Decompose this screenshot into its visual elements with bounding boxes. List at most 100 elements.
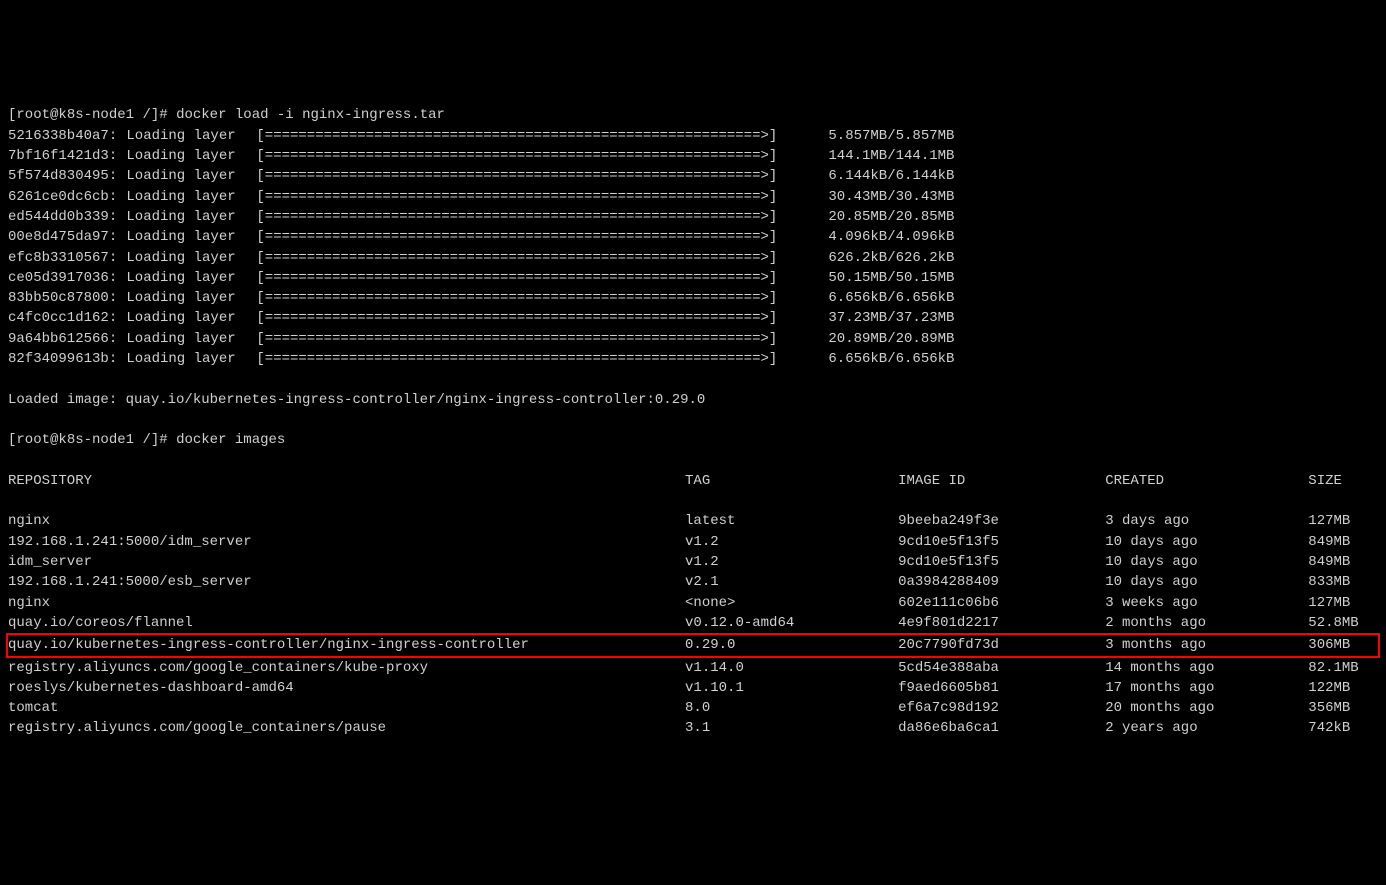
table-row: idm_serverv1.29cd10e5f13f510 days ago849…: [8, 552, 1378, 572]
cell-tag: <none>: [685, 593, 898, 613]
docker-images-table: REPOSITORYTAGIMAGE IDCREATEDSIZE nginxla…: [8, 451, 1378, 759]
table-row: 192.168.1.241:5000/idm_serverv1.29cd10e5…: [8, 532, 1378, 552]
cell-repository: 192.168.1.241:5000/esb_server: [8, 572, 685, 592]
layer-size: 6.656kB/6.656kB: [808, 349, 954, 369]
cell-size: 356MB: [1308, 698, 1378, 718]
cell-image-id: 9cd10e5f13f5: [898, 532, 1105, 552]
cell-created: 17 months ago: [1105, 678, 1308, 698]
loading-label: Loading layer: [118, 227, 248, 247]
layer-hash: 82f34099613b:: [8, 349, 118, 369]
progress-bar: [=======================================…: [248, 248, 808, 268]
cell-repository: nginx: [8, 511, 685, 531]
loaded-image-message: Loaded image: quay.io/kubernetes-ingress…: [8, 390, 1378, 410]
cell-size: 742kB: [1308, 718, 1378, 738]
cell-tag: 3.1: [685, 718, 898, 738]
prompt-line-2[interactable]: [root@k8s-node1 /]# docker images: [8, 432, 285, 448]
layer-size: 20.89MB/20.89MB: [808, 329, 954, 349]
progress-bar: [=======================================…: [248, 308, 808, 328]
cell-repository: nginx: [8, 593, 685, 613]
table-row: tomcat8.0ef6a7c98d19220 months ago356MB: [8, 698, 1378, 718]
loading-layer-row: 6261ce0dc6cb: Loading layer [===========…: [8, 187, 1378, 207]
layer-size: 37.23MB/37.23MB: [808, 308, 954, 328]
progress-bar: [=======================================…: [248, 268, 808, 288]
cell-created: 14 months ago: [1105, 658, 1308, 678]
cell-created: 10 days ago: [1105, 532, 1308, 552]
loading-label: Loading layer: [118, 329, 248, 349]
layer-size: 6.656kB/6.656kB: [808, 288, 954, 308]
loading-label: Loading layer: [118, 288, 248, 308]
cell-tag: v1.14.0: [685, 658, 898, 678]
table-row: registry.aliyuncs.com/google_containers/…: [8, 658, 1378, 678]
progress-bar: [=======================================…: [248, 329, 808, 349]
cell-image-id: 5cd54e388aba: [898, 658, 1105, 678]
layer-hash: efc8b3310567:: [8, 248, 118, 268]
table-row: registry.aliyuncs.com/google_containers/…: [8, 718, 1378, 738]
loading-layer-row: 5216338b40a7: Loading layer [===========…: [8, 126, 1378, 146]
cell-created: 10 days ago: [1105, 552, 1308, 572]
loading-label: Loading layer: [118, 268, 248, 288]
layer-hash: 6261ce0dc6cb:: [8, 187, 118, 207]
header-tag: TAG: [685, 471, 898, 491]
cell-size: 127MB: [1308, 593, 1378, 613]
cell-tag: 8.0: [685, 698, 898, 718]
loading-layers: 5216338b40a7: Loading layer [===========…: [8, 126, 1378, 370]
loading-layer-row: 9a64bb612566: Loading layer [===========…: [8, 329, 1378, 349]
cell-repository: idm_server: [8, 552, 685, 572]
layer-hash: 00e8d475da97:: [8, 227, 118, 247]
layer-hash: 9a64bb612566:: [8, 329, 118, 349]
table-header: REPOSITORYTAGIMAGE IDCREATEDSIZE: [8, 471, 1378, 491]
header-repository: REPOSITORY: [8, 471, 685, 491]
progress-bar: [=======================================…: [248, 146, 808, 166]
cell-tag: 0.29.0: [685, 635, 898, 655]
cell-image-id: da86e6ba6ca1: [898, 718, 1105, 738]
loading-label: Loading layer: [118, 187, 248, 207]
cell-created: 3 months ago: [1105, 635, 1308, 655]
loading-label: Loading layer: [118, 349, 248, 369]
cell-image-id: 9beeba249f3e: [898, 511, 1105, 531]
cell-image-id: f9aed6605b81: [898, 678, 1105, 698]
progress-bar: [=======================================…: [248, 349, 808, 369]
loading-layer-row: 83bb50c87800: Loading layer [===========…: [8, 288, 1378, 308]
loading-layer-row: c4fc0cc1d162: Loading layer [===========…: [8, 308, 1378, 328]
loading-layer-row: 82f34099613b: Loading layer [===========…: [8, 349, 1378, 369]
cell-image-id: 0a3984288409: [898, 572, 1105, 592]
loading-label: Loading layer: [118, 248, 248, 268]
header-image-id: IMAGE ID: [898, 471, 1105, 491]
cell-image-id: 20c7790fd73d: [898, 635, 1105, 655]
cell-tag: v1.2: [685, 552, 898, 572]
progress-bar: [=======================================…: [248, 187, 808, 207]
layer-hash: 83bb50c87800:: [8, 288, 118, 308]
cell-tag: v0.12.0-amd64: [685, 613, 898, 633]
loading-label: Loading layer: [118, 166, 248, 186]
progress-bar: [=======================================…: [248, 227, 808, 247]
prompt-line-1[interactable]: [root@k8s-node1 /]# docker load -i nginx…: [8, 107, 445, 123]
cell-image-id: 9cd10e5f13f5: [898, 552, 1105, 572]
table-row: nginxlatest9beeba249f3e3 days ago127MB: [8, 511, 1378, 531]
table-row: nginx<none>602e111c06b63 weeks ago127MB: [8, 593, 1378, 613]
loading-label: Loading layer: [118, 146, 248, 166]
layer-hash: 5f574d830495:: [8, 166, 118, 186]
layer-hash: ed544dd0b339:: [8, 207, 118, 227]
cell-repository: 192.168.1.241:5000/idm_server: [8, 532, 685, 552]
table-row: quay.io/coreos/flannelv0.12.0-amd644e9f8…: [8, 613, 1378, 633]
layer-size: 5.857MB/5.857MB: [808, 126, 954, 146]
cell-size: 833MB: [1308, 572, 1378, 592]
cell-size: 52.8MB: [1308, 613, 1378, 633]
cell-size: 122MB: [1308, 678, 1378, 698]
loading-label: Loading layer: [118, 308, 248, 328]
layer-size: 30.43MB/30.43MB: [808, 187, 954, 207]
cell-repository: registry.aliyuncs.com/google_containers/…: [8, 718, 685, 738]
cell-repository: quay.io/kubernetes-ingress-controller/ng…: [8, 635, 685, 655]
layer-size: 144.1MB/144.1MB: [808, 146, 954, 166]
header-created: CREATED: [1105, 471, 1308, 491]
progress-bar: [=======================================…: [248, 126, 808, 146]
layer-size: 4.096kB/4.096kB: [808, 227, 954, 247]
cell-created: 10 days ago: [1105, 572, 1308, 592]
layer-size: 20.85MB/20.85MB: [808, 207, 954, 227]
cell-repository: roeslys/kubernetes-dashboard-amd64: [8, 678, 685, 698]
table-row: roeslys/kubernetes-dashboard-amd64v1.10.…: [8, 678, 1378, 698]
cell-tag: latest: [685, 511, 898, 531]
progress-bar: [=======================================…: [248, 288, 808, 308]
cell-size: 82.1MB: [1308, 658, 1378, 678]
cell-tag: v2.1: [685, 572, 898, 592]
